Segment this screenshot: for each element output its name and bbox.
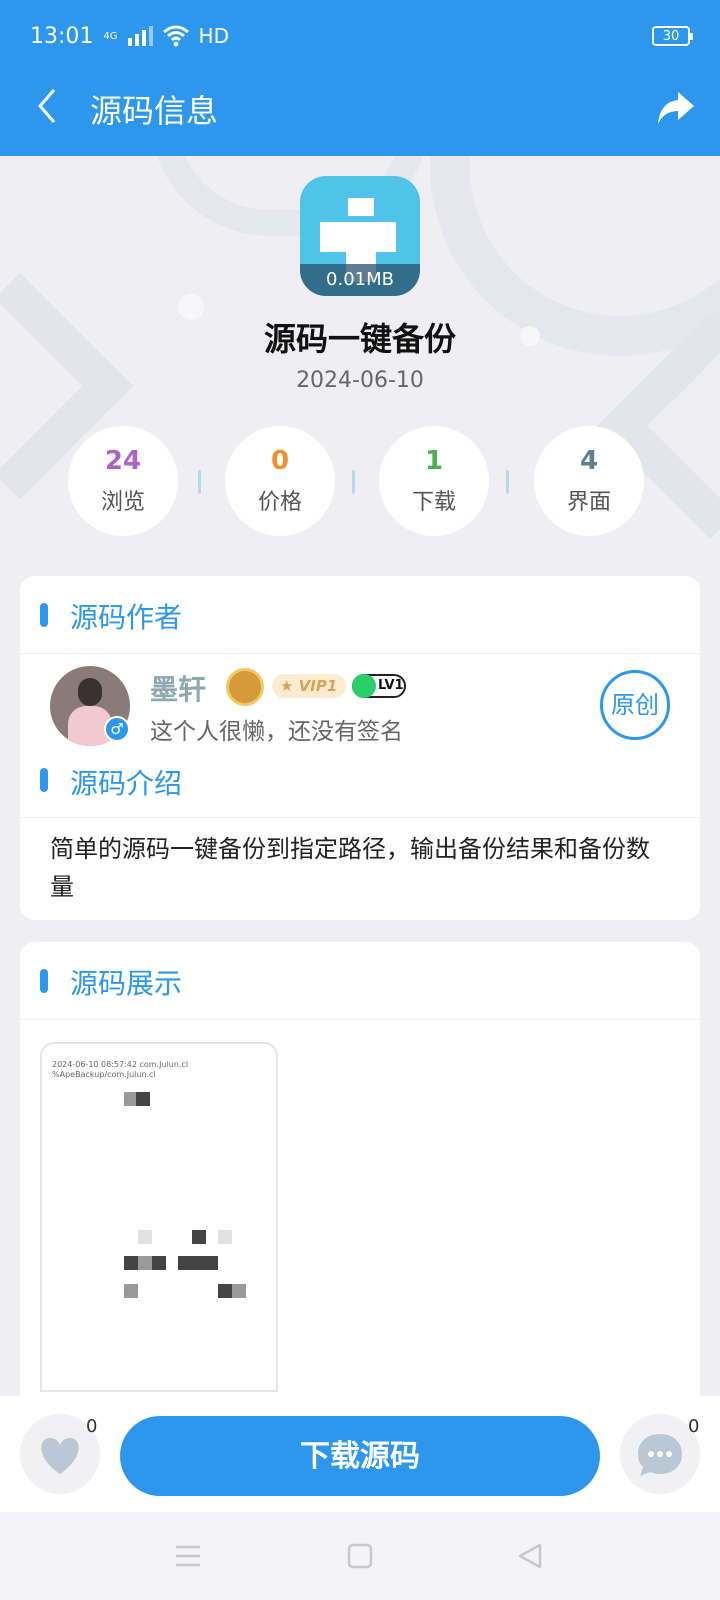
screenshot-text: 2024-06-10 08:57:42 com.Julun.cl — [52, 1060, 189, 1069]
share-icon[interactable] — [656, 88, 696, 128]
bottom-action-bar: 0 下载源码 0 — [0, 1396, 720, 1512]
comment-count: 0 — [688, 1416, 700, 1437]
author-name[interactable]: 墨轩 — [150, 668, 206, 708]
hd-indicator: HD — [198, 24, 229, 48]
stat-label: 下载 — [411, 490, 456, 515]
screenshot-text: %ApeBackup/com.Julun.cl — [52, 1070, 156, 1079]
section-marker — [40, 768, 48, 792]
author-section-header: 源码作者 — [20, 576, 700, 654]
nav-bar: 源码信息 — [0, 72, 720, 140]
male-icon: ♂ — [104, 716, 130, 742]
stat-value: 4 — [579, 446, 599, 476]
author-signature: 这个人很懒，还没有签名 — [150, 719, 403, 745]
app-date: 2024-06-10 — [296, 368, 424, 393]
stat-downloads: 1 下载 — [379, 426, 489, 536]
intro-section-title: 源码介绍 — [70, 767, 183, 800]
status-time: 13:01 — [30, 23, 94, 49]
original-badge: 原创 — [600, 670, 670, 740]
stat-value: 0 — [270, 446, 290, 476]
stat-label: 界面 — [566, 490, 611, 515]
page-title: 源码信息 — [90, 92, 219, 130]
app-icon: 0.01MB — [300, 176, 420, 296]
system-navigation-bar — [0, 1512, 720, 1600]
home-icon[interactable] — [346, 1542, 374, 1570]
network-type: 4G — [103, 30, 118, 42]
showcase-card: 源码展示 2024-06-10 08:57:42 com.Julun.cl %A… — [20, 942, 700, 1402]
section-marker — [40, 969, 48, 993]
vip-badge: ★ VIP1 — [272, 674, 346, 698]
smiley-icon — [352, 674, 376, 698]
stat-price: 0 价格 — [225, 426, 335, 536]
level-badge: LV1 — [352, 674, 406, 698]
download-button[interactable]: 下载源码 — [120, 1416, 600, 1496]
divider — [506, 470, 509, 494]
section-marker — [40, 603, 48, 627]
menu-icon[interactable] — [174, 1542, 202, 1570]
app-size: 0.01MB — [300, 264, 420, 296]
showcase-section-title: 源码展示 — [70, 967, 183, 1000]
stat-label: 浏览 — [100, 490, 145, 515]
back-icon[interactable] — [516, 1542, 544, 1570]
showcase-section-header: 源码展示 — [20, 942, 700, 1020]
stat-screens: 4 界面 — [534, 426, 644, 536]
top-app-bar: 13:01 4G HD 30 源码信息 — [0, 0, 720, 156]
battery-icon: 30 — [652, 26, 693, 46]
level-label: LV1 — [378, 678, 404, 693]
screenshot-gallery: 2024-06-10 08:57:42 com.Julun.cl %ApeBac… — [20, 1020, 700, 1400]
vip-label: VIP1 — [298, 677, 338, 695]
intro-section-header: 源码介绍 — [20, 758, 700, 818]
stat-views: 24 浏览 — [68, 426, 178, 536]
stat-value: 1 — [424, 446, 444, 476]
back-arrow-icon[interactable] — [30, 86, 70, 126]
wifi-icon — [162, 25, 189, 47]
author-intro-card: 源码作者 ♂ 墨轩 ★ VIP1 LV1 这个人很懒，还没有签名 原创 源码介绍… — [20, 576, 700, 920]
status-bar: 13:01 4G HD 30 — [30, 18, 693, 54]
signal-icon — [127, 26, 153, 46]
divider — [352, 470, 355, 494]
screenshot-thumbnail[interactable]: 2024-06-10 08:57:42 com.Julun.cl %ApeBac… — [40, 1042, 278, 1392]
intro-text: 简单的源码一键备份到指定路径，输出备份结果和备份数量 — [50, 835, 650, 901]
stats-row: 24 浏览 0 价格 1 下载 4 界面 — [68, 426, 652, 536]
divider — [198, 470, 201, 494]
stat-value: 24 — [104, 446, 142, 476]
app-name: 源码一键备份 — [263, 320, 456, 358]
author-row[interactable]: ♂ 墨轩 ★ VIP1 LV1 这个人很懒，还没有签名 原创 — [20, 654, 700, 758]
author-section-title: 源码作者 — [70, 601, 183, 634]
medal-icon — [226, 668, 264, 706]
like-count: 0 — [86, 1416, 98, 1437]
stat-label: 价格 — [257, 490, 302, 515]
app-summary: 0.01MB 源码一键备份 2024-06-10 24 浏览 0 价格 1 下载… — [0, 156, 720, 556]
